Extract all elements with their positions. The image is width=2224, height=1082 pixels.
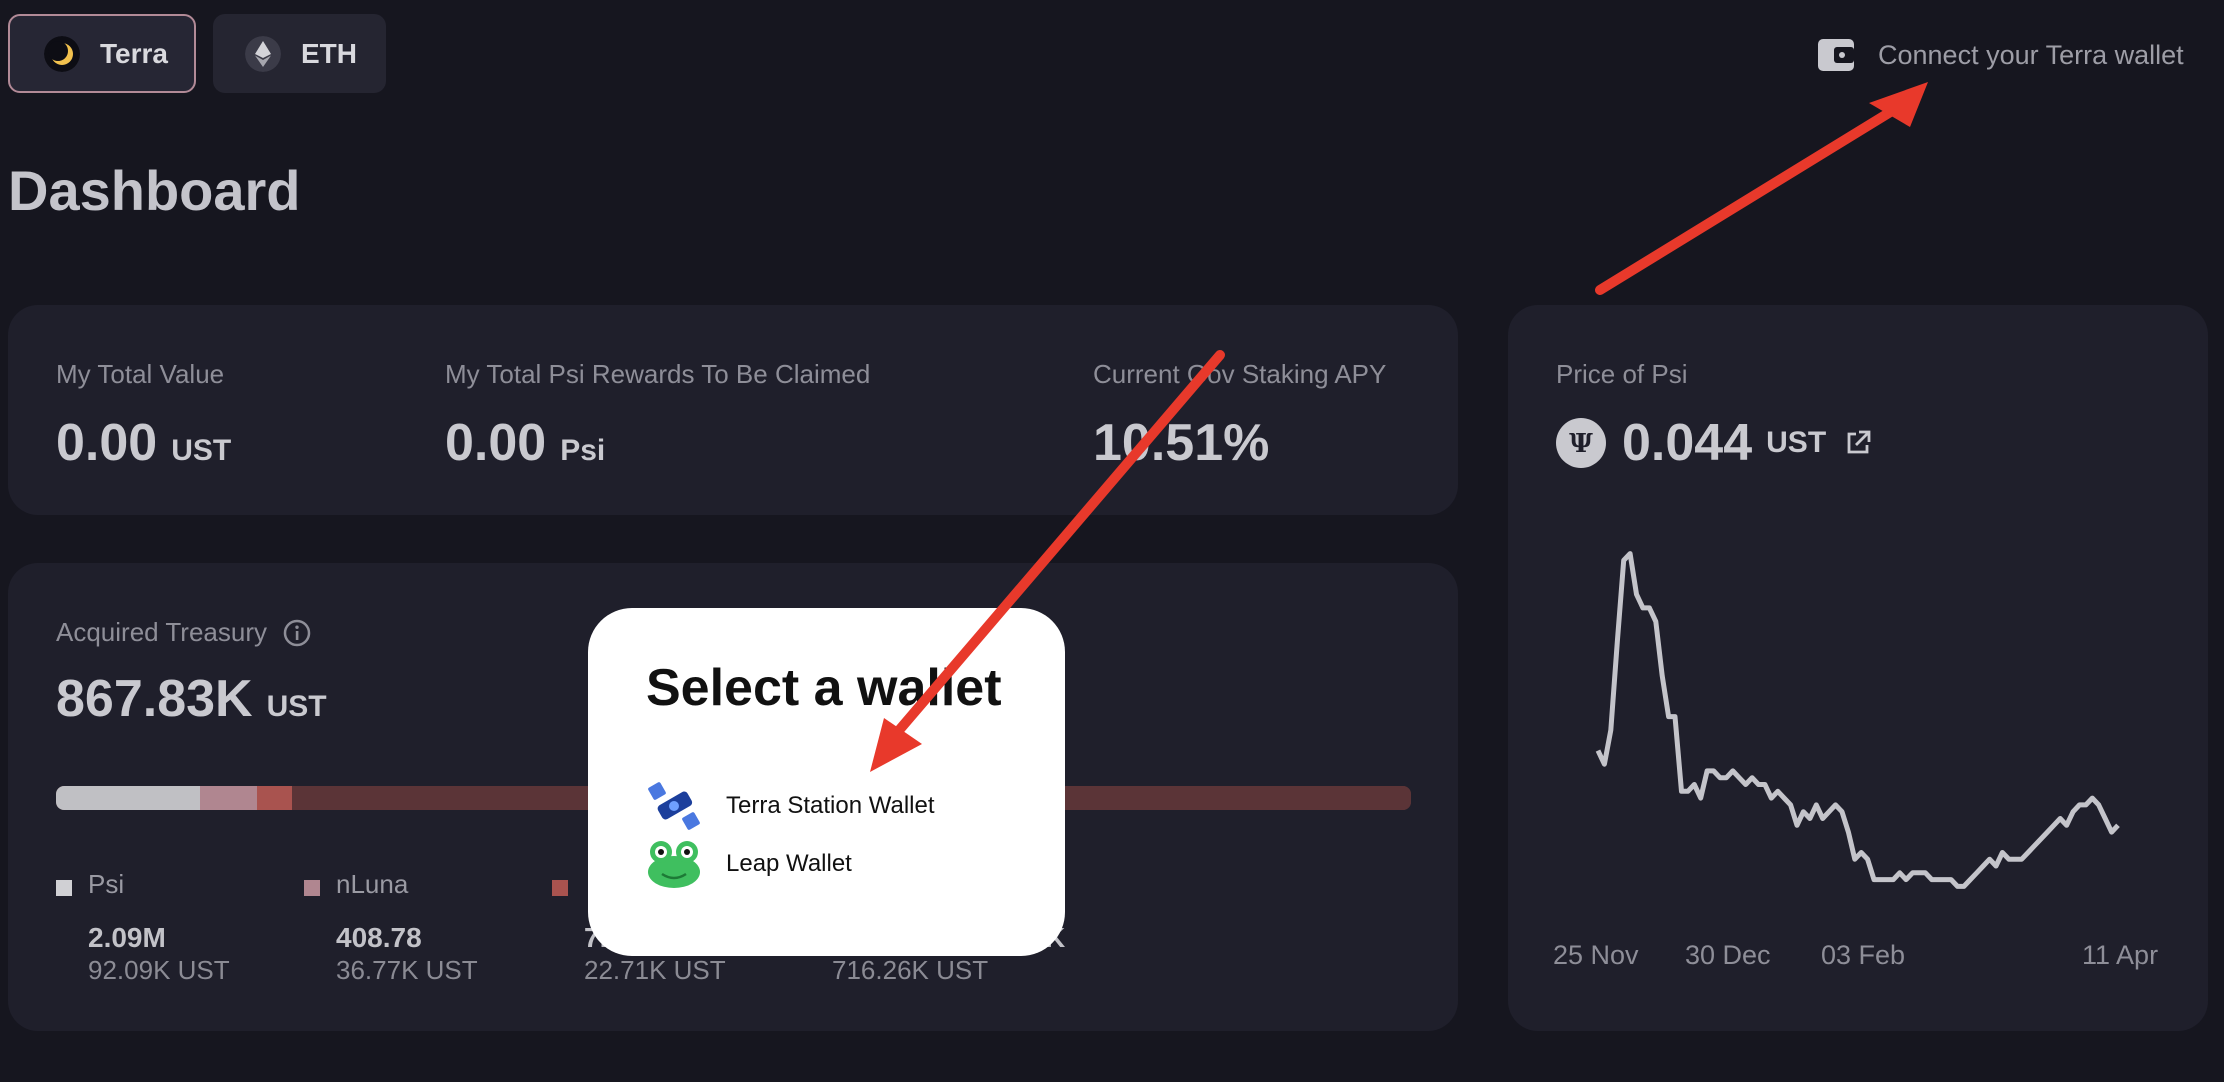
total-value-unit: UST <box>171 434 232 467</box>
price-unit: UST <box>1766 426 1827 459</box>
treasury-unit: UST <box>266 690 327 723</box>
chain-label: Terra <box>100 37 168 69</box>
frog-icon <box>648 841 700 888</box>
wallet-option-terra-station[interactable]: Terra Station Wallet <box>644 776 935 836</box>
x-tick-label: 03 Feb <box>1821 940 1906 970</box>
info-icon[interactable] <box>283 619 311 647</box>
annotation-arrow-connect <box>1595 98 1910 295</box>
annotation-arrowhead-connect <box>1869 82 1928 127</box>
chain-button-eth[interactable]: ETH <box>213 14 386 93</box>
price-amount: 0.044 <box>1622 414 1753 472</box>
price-label: Price of Psi <box>1556 359 1688 389</box>
legend-amount-nluna: 408.78 <box>336 922 422 953</box>
chain-label: ETH <box>301 37 357 69</box>
external-link-icon[interactable] <box>1844 429 1872 457</box>
rewards-unit: Psi <box>560 434 606 467</box>
x-tick-label: 30 Dec <box>1685 940 1771 970</box>
legend-swatch-nluna <box>304 880 320 896</box>
stats-card: My Total Value 0.00 UST My Total Psi Rewa… <box>8 305 1458 515</box>
psi-token-icon: Ψ <box>1556 418 1606 468</box>
legend-swatch-psi <box>56 880 72 896</box>
treasury-amount: 867.83K <box>56 670 253 728</box>
total-value-amount: 0.00 <box>56 414 158 472</box>
treasury-value: 867.83K UST <box>56 669 327 729</box>
legend-ust-3: 22.71K UST <box>584 955 726 985</box>
legend-amount-psi: 2.09M <box>88 922 166 953</box>
rewards-label: My Total Psi Rewards To Be Claimed <box>445 359 871 389</box>
legend-name-psi: Psi <box>88 869 125 899</box>
rewards-amount: 0.00 <box>445 414 547 472</box>
connect-wallet-button[interactable]: Connect your Terra wallet <box>1816 30 2184 80</box>
x-tick-label: 11 Apr <box>2082 940 2159 970</box>
wallet-icon <box>1818 39 1854 71</box>
legend-ust-4: 716.26K UST <box>832 955 989 985</box>
wallet-option-label: Leap Wallet <box>726 850 852 877</box>
select-wallet-modal: Select a wallet Terra Station Wallet Lea… <box>588 608 1065 956</box>
connect-wallet-label: Connect your Terra wallet <box>1878 39 2184 70</box>
treasury-label: Acquired Treasury <box>56 617 267 647</box>
price-series-line <box>1595 551 2120 889</box>
bar-segment-nluna <box>199 786 257 810</box>
total-value: 0.00 UST <box>56 413 231 473</box>
apy-value: 10.51% <box>1093 414 1270 472</box>
modal-title: Select a wallet <box>646 659 1002 717</box>
ethereum-icon <box>245 35 281 72</box>
bar-segment-3 <box>256 786 292 810</box>
wallet-option-leap[interactable]: Leap Wallet <box>644 834 852 894</box>
terra-luna-icon <box>44 35 80 72</box>
total-value-label: My Total Value <box>56 359 225 389</box>
apy-label: Current Gov Staking APY <box>1093 359 1387 389</box>
legend-swatch-3 <box>552 880 568 896</box>
price-line-chart <box>1595 551 2120 889</box>
chain-button-terra[interactable]: Terra <box>8 14 196 93</box>
svg-text:Ψ: Ψ <box>1569 429 1593 459</box>
page-title: Dashboard <box>8 159 301 222</box>
rewards-value: 0.00 Psi <box>445 413 605 473</box>
bar-segment-psi <box>56 786 200 810</box>
price-value-row: Ψ 0.044 UST <box>1556 413 1872 473</box>
legend-ust-nluna: 36.77K UST <box>336 955 478 985</box>
wallet-option-label: Terra Station Wallet <box>726 792 935 819</box>
legend-ust-psi: 92.09K UST <box>88 955 230 985</box>
legend-name-nluna: nLuna <box>336 869 409 899</box>
satellite-icon <box>648 782 700 830</box>
x-tick-label: 25 Nov <box>1553 940 1639 970</box>
treasury-label-row: Acquired Treasury <box>56 617 311 648</box>
